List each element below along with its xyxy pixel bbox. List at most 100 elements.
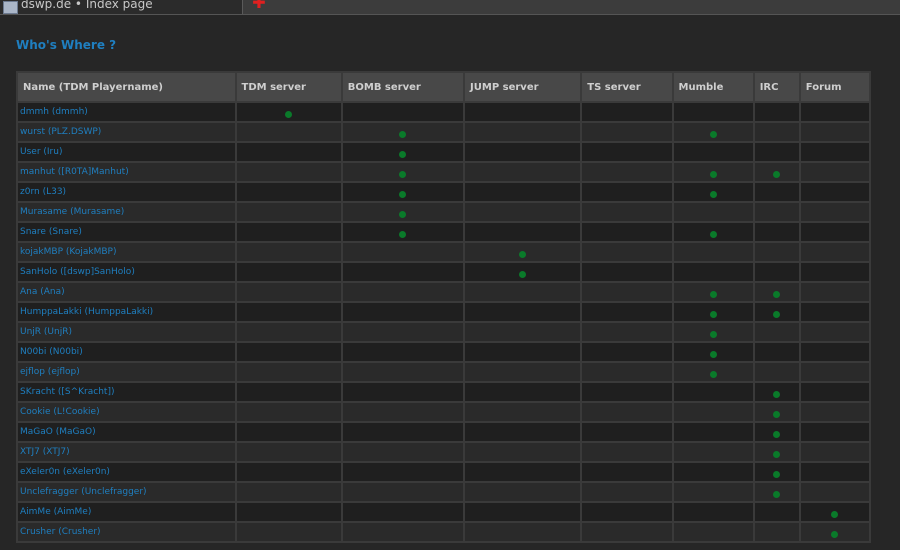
- tdm-playername-link[interactable]: Iru: [47, 147, 59, 157]
- player-name-link[interactable]: N00bi: [20, 347, 46, 357]
- player-name-link[interactable]: kojakMBP: [20, 247, 63, 257]
- player-name-cell: wurst (PLZ.DSWP): [18, 123, 235, 141]
- status-cell-ts-server: [582, 523, 672, 541]
- close-paren: ): [125, 167, 129, 177]
- tdm-playername-link[interactable]: N00bi: [53, 347, 79, 357]
- tdm-playername-link[interactable]: [dswp]SanHolo: [64, 267, 132, 277]
- status-cell-bomb-server: [342, 123, 464, 141]
- tdm-playername-link[interactable]: KojakMBP: [69, 247, 113, 257]
- online-status-dot-icon: [709, 291, 717, 298]
- tdm-playername-link[interactable]: PLZ.DSWP: [51, 127, 97, 137]
- status-cell-forum: [800, 243, 869, 261]
- tdm-playername-link[interactable]: dmmh: [55, 107, 84, 117]
- player-name-cell: N00bi (N00bi): [18, 343, 235, 361]
- column-header-irc: IRC: [754, 73, 799, 101]
- new-tab-plus-icon[interactable]: ✚: [252, 0, 266, 11]
- browser-tab[interactable]: dswp.de • Index page: [0, 0, 243, 14]
- status-cell-ts-server: [582, 483, 672, 501]
- player-name-link[interactable]: Ana: [20, 287, 37, 297]
- table-row: SanHolo ([dswp]SanHolo): [18, 263, 869, 281]
- status-cell-forum: [800, 443, 869, 461]
- player-name-link[interactable]: eXeler0n: [20, 467, 60, 477]
- player-name-link[interactable]: SKracht: [20, 387, 55, 397]
- tdm-playername-link[interactable]: XTJ7: [46, 447, 66, 457]
- online-status-dot-icon: [773, 431, 781, 438]
- tdm-playername-link[interactable]: ejflop: [51, 367, 76, 377]
- status-cell-bomb-server: [342, 183, 464, 201]
- player-name-link[interactable]: Unclefragger: [20, 487, 78, 497]
- status-cell-mumble: [673, 103, 753, 121]
- status-cell-jump-server: [465, 383, 581, 401]
- online-status-dot-icon: [773, 291, 781, 298]
- player-name-link[interactable]: AimMe: [20, 507, 51, 517]
- close-paren: ): [143, 487, 147, 497]
- column-header-jump-server: JUMP server: [465, 73, 581, 101]
- status-cell-ts-server: [582, 303, 672, 321]
- status-cell-ts-server: [582, 283, 672, 301]
- player-name-cell: ejflop (ejflop): [18, 363, 235, 381]
- table-row: Cookie (L!Cookie): [18, 403, 869, 421]
- player-name-link[interactable]: SanHolo: [20, 267, 57, 277]
- status-cell-bomb-server: [342, 223, 464, 241]
- table-row: HumppaLakki (HumppaLakki): [18, 303, 869, 321]
- player-name-link[interactable]: z0rn: [20, 187, 40, 197]
- status-cell-irc: [754, 103, 799, 121]
- status-cell-ts-server: [582, 503, 672, 521]
- player-name-link[interactable]: XTJ7: [20, 447, 40, 457]
- player-name-cell: AimMe (AimMe): [18, 503, 235, 521]
- status-cell-tdm-server: [236, 463, 341, 481]
- tdm-playername-link[interactable]: Snare: [52, 227, 78, 237]
- status-cell-bomb-server: [342, 463, 464, 481]
- player-name-link[interactable]: Snare: [20, 227, 46, 237]
- table-row: N00bi (N00bi): [18, 343, 869, 361]
- tdm-playername-link[interactable]: L!Cookie: [57, 407, 96, 417]
- player-name-link[interactable]: ejflop: [20, 367, 45, 377]
- close-paren: ): [61, 287, 65, 297]
- player-name-link[interactable]: wurst: [20, 127, 45, 137]
- online-status-dot-icon: [773, 171, 781, 178]
- status-cell-mumble: [673, 403, 753, 421]
- online-status-dot-icon: [773, 391, 781, 398]
- status-cell-tdm-server: [236, 123, 341, 141]
- column-header-bomb-server: BOMB server: [342, 73, 464, 101]
- status-cell-mumble: [673, 263, 753, 281]
- player-name-link[interactable]: Murasame: [20, 207, 67, 217]
- player-name-link[interactable]: Crusher: [20, 527, 55, 537]
- status-cell-irc: [754, 483, 799, 501]
- status-cell-bomb-server: [342, 423, 464, 441]
- table-row: kojakMBP (KojakMBP): [18, 243, 869, 261]
- player-name-link[interactable]: UnjR: [20, 327, 41, 337]
- status-cell-tdm-server: [236, 223, 341, 241]
- tdm-playername-link[interactable]: eXeler0n: [66, 467, 106, 477]
- table-row: User (Iru): [18, 143, 869, 161]
- tdm-playername-link[interactable]: [S^Kracht]: [61, 387, 111, 397]
- tdm-playername-link[interactable]: L33: [46, 187, 62, 197]
- table-row: wurst (PLZ.DSWP): [18, 123, 869, 141]
- status-cell-irc: [754, 163, 799, 181]
- tdm-playername-link[interactable]: Unclefragger: [85, 487, 143, 497]
- table-header-row: Name (TDM Playername) TDM server BOMB se…: [18, 73, 869, 101]
- table-row: dmmh (dmmh): [18, 103, 869, 121]
- player-name-link[interactable]: manhut: [20, 167, 55, 177]
- status-cell-jump-server: [465, 243, 581, 261]
- tdm-playername-link[interactable]: UnjR: [47, 327, 68, 337]
- tdm-playername-link[interactable]: Ana: [44, 287, 61, 297]
- status-cell-ts-server: [582, 323, 672, 341]
- tdm-playername-link[interactable]: Murasame: [74, 207, 121, 217]
- player-name-link[interactable]: dmmh: [20, 107, 49, 117]
- tdm-playername-link[interactable]: AimMe: [57, 507, 88, 517]
- online-status-dot-icon: [709, 131, 717, 138]
- tdm-playername-link[interactable]: Crusher: [62, 527, 97, 537]
- player-name-link[interactable]: Cookie: [20, 407, 51, 417]
- close-paren: ): [84, 107, 88, 117]
- status-cell-ts-server: [582, 443, 672, 461]
- tdm-playername-link[interactable]: HumppaLakki: [88, 307, 150, 317]
- player-name-link[interactable]: User: [20, 147, 41, 157]
- status-cell-mumble: [673, 243, 753, 261]
- online-status-dot-icon: [709, 191, 717, 198]
- tdm-playername-link[interactable]: MaGaO: [59, 427, 92, 437]
- player-name-link[interactable]: HumppaLakki: [20, 307, 82, 317]
- status-cell-forum: [800, 523, 869, 541]
- tdm-playername-link[interactable]: [R0TA]Manhut: [61, 167, 125, 177]
- player-name-link[interactable]: MaGaO: [20, 427, 53, 437]
